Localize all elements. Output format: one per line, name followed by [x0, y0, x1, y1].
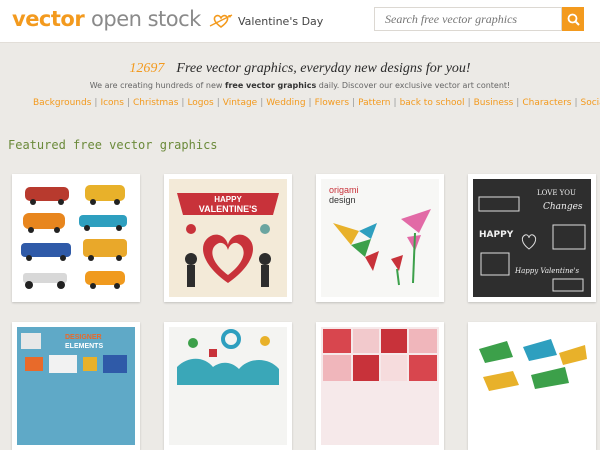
- origami-image: origami design: [321, 179, 439, 297]
- featured-section-title: Featured free vector graphics: [8, 138, 218, 152]
- thumb-designer-elements[interactable]: DESIGNER ELEMENTS: [12, 322, 140, 450]
- category-vintage[interactable]: Vintage: [223, 98, 257, 108]
- valentines-poster-image: HAPPY VALENTINE'S: [169, 179, 287, 297]
- category-back-to-school[interactable]: back to school: [400, 98, 465, 108]
- thumb-chalkboard-love[interactable]: LOVE YOU Changes HAPPY Happy Valentine's: [468, 174, 596, 302]
- category-social-media-icons[interactable]: Social Media Icons: [581, 98, 600, 108]
- origami-ribbons-image: [473, 327, 591, 445]
- origami-subtitle: design: [329, 195, 356, 205]
- category-pattern[interactable]: Pattern: [358, 98, 390, 108]
- category-christmas[interactable]: Christmas: [133, 98, 178, 108]
- thumb-red-patterns[interactable]: [316, 322, 444, 450]
- header-bar: vector open stock Valentine's Day: [0, 0, 600, 43]
- subline-bold: free vector graphics: [224, 81, 317, 90]
- category-flowers[interactable]: Flowers: [315, 98, 349, 108]
- world-infographic-image: [169, 327, 287, 445]
- search-icon: [567, 13, 580, 26]
- thumb-retro-cars[interactable]: [12, 174, 140, 302]
- subline-prefix: We are creating hundreds of new: [89, 81, 223, 90]
- category-business[interactable]: Business: [474, 98, 514, 108]
- thumb-origami-design[interactable]: origami design: [316, 174, 444, 302]
- thumb-origami-ribbons[interactable]: [468, 322, 596, 450]
- designer-elements-image: DESIGNER ELEMENTS: [17, 327, 135, 445]
- tagline: 12697 Free vector graphics, everyday new …: [0, 61, 600, 77]
- thumb-happy-valentines[interactable]: HAPPY VALENTINE'S: [164, 174, 292, 302]
- graphics-count: 12697: [129, 61, 165, 76]
- designer-subtitle: ELEMENTS: [65, 343, 103, 350]
- site-logo[interactable]: vector open stock: [12, 7, 201, 31]
- headline: Free vector graphics, everyday new desig…: [176, 61, 471, 76]
- valentines-happy-text: HAPPY: [214, 195, 242, 204]
- chalk-happy: HAPPY: [479, 230, 514, 240]
- retro-cars-image: [17, 179, 135, 297]
- subline-suffix: daily. Discover our exclusive vector art…: [318, 81, 511, 90]
- chalk-love-you: LOVE YOU: [537, 189, 576, 197]
- valentines-text: VALENTINE'S: [199, 204, 257, 214]
- valentines-day-label: Valentine's Day: [238, 14, 324, 28]
- chalkboard-image: LOVE YOU Changes HAPPY Happy Valentine's: [473, 179, 591, 297]
- category-backgrounds[interactable]: Backgrounds: [33, 98, 91, 108]
- category-characters[interactable]: Characters: [522, 98, 571, 108]
- search-button[interactable]: [562, 7, 584, 31]
- valentines-day-link[interactable]: Valentine's Day: [208, 11, 323, 31]
- red-patterns-image: [321, 327, 439, 445]
- category-icons[interactable]: Icons: [100, 98, 124, 108]
- heart-arrow-icon: [209, 14, 233, 28]
- thumb-world-infographic[interactable]: [164, 322, 292, 450]
- category-wedding[interactable]: Wedding: [266, 98, 305, 108]
- subline: We are creating hundreds of new free vec…: [0, 81, 600, 90]
- category-links: Backgrounds | Icons | Christmas | Logos | Vintag…: [33, 98, 600, 108]
- origami-title: origami: [329, 185, 359, 195]
- category-logos[interactable]: Logos: [187, 98, 213, 108]
- search-input[interactable]: [375, 8, 561, 30]
- designer-title: DESIGNER: [65, 334, 102, 341]
- search-box: [374, 7, 562, 31]
- chalk-changes: Changes: [543, 202, 583, 212]
- chalk-happy-valentines: Happy Valentine's: [514, 267, 580, 275]
